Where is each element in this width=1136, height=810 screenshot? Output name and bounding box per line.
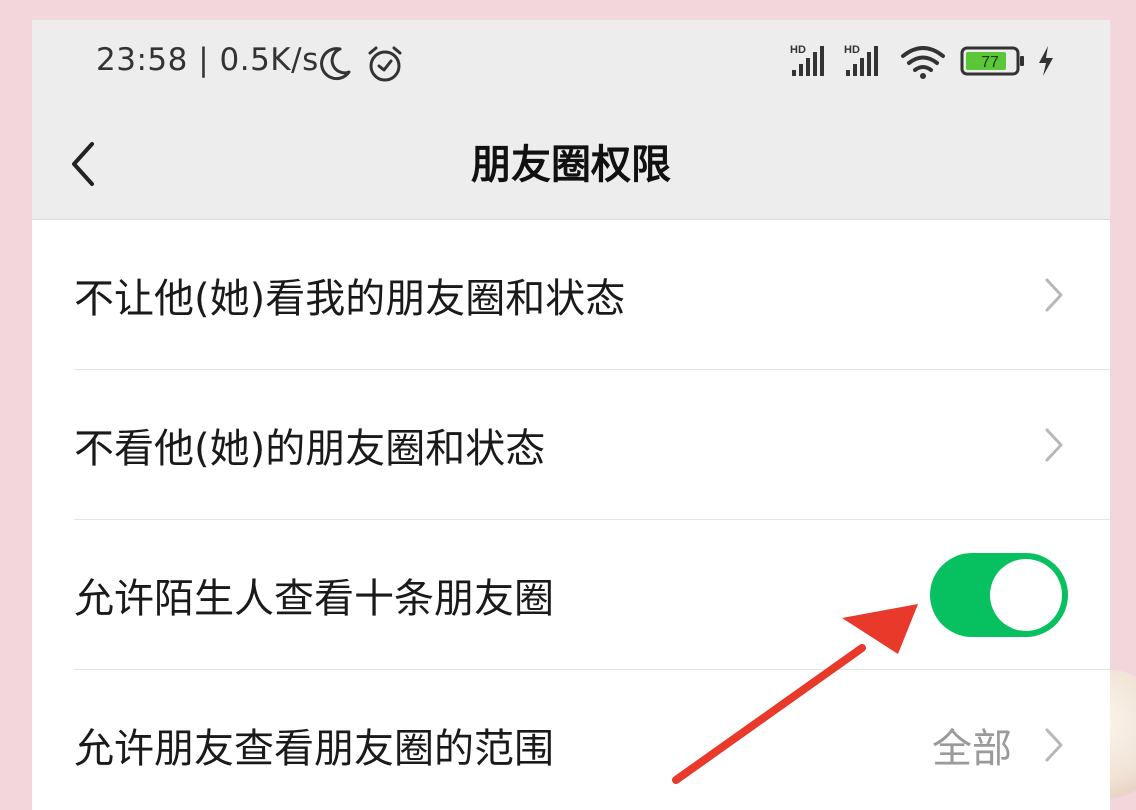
list-item-label: 不让他(她)看我的朋友圈和状态 xyxy=(74,276,626,322)
stranger-view-toggle[interactable] xyxy=(930,553,1068,637)
chevron-right-icon xyxy=(1045,278,1063,312)
list-item[interactable]: 不让他(她)看我的朋友圈和状态 xyxy=(32,220,1110,370)
wifi-icon xyxy=(901,46,945,79)
chevron-right-icon xyxy=(1045,428,1063,462)
nav-bar: 朋友圈权限 xyxy=(32,108,1110,220)
page-title: 朋友圈权限 xyxy=(471,142,671,188)
list-item: 允许陌生人查看十条朋友圈 xyxy=(32,520,1110,670)
alarm-icon xyxy=(368,46,402,82)
charging-icon xyxy=(1039,46,1053,76)
chevron-right-icon xyxy=(1045,728,1063,762)
signal-icon: HD xyxy=(844,44,878,76)
battery-icon: 77 xyxy=(960,46,1024,76)
list-item-label: 允许朋友查看朋友圈的范围 xyxy=(74,726,554,772)
toggle-knob xyxy=(990,559,1062,631)
status-bar: 23:58 | 0.5K/s HD HD 77 xyxy=(32,20,1110,108)
signal-label: HD xyxy=(844,44,860,56)
moon-icon xyxy=(320,47,351,81)
signal-label: HD xyxy=(790,44,806,56)
list-item-label: 允许陌生人查看十条朋友圈 xyxy=(74,576,554,622)
list-item-value: 全部 xyxy=(932,726,1012,772)
signal-icon: HD xyxy=(790,44,824,76)
list-item-label: 不看他(她)的朋友圈和状态 xyxy=(74,426,546,472)
settings-list: 不让他(她)看我的朋友圈和状态 不看他(她)的朋友圈和状态 允许陌生人查看十条朋… xyxy=(32,220,1110,810)
battery-level: 77 xyxy=(981,54,999,71)
phone-screen: 23:58 | 0.5K/s HD HD 77 朋友圈权限 不让他(她)看我的朋… xyxy=(32,20,1110,810)
list-item[interactable]: 允许朋友查看朋友圈的范围 全部 xyxy=(32,670,1110,810)
list-item[interactable]: 不看他(她)的朋友圈和状态 xyxy=(32,370,1110,520)
status-time: 23:58 | 0.5K/s xyxy=(96,42,319,78)
